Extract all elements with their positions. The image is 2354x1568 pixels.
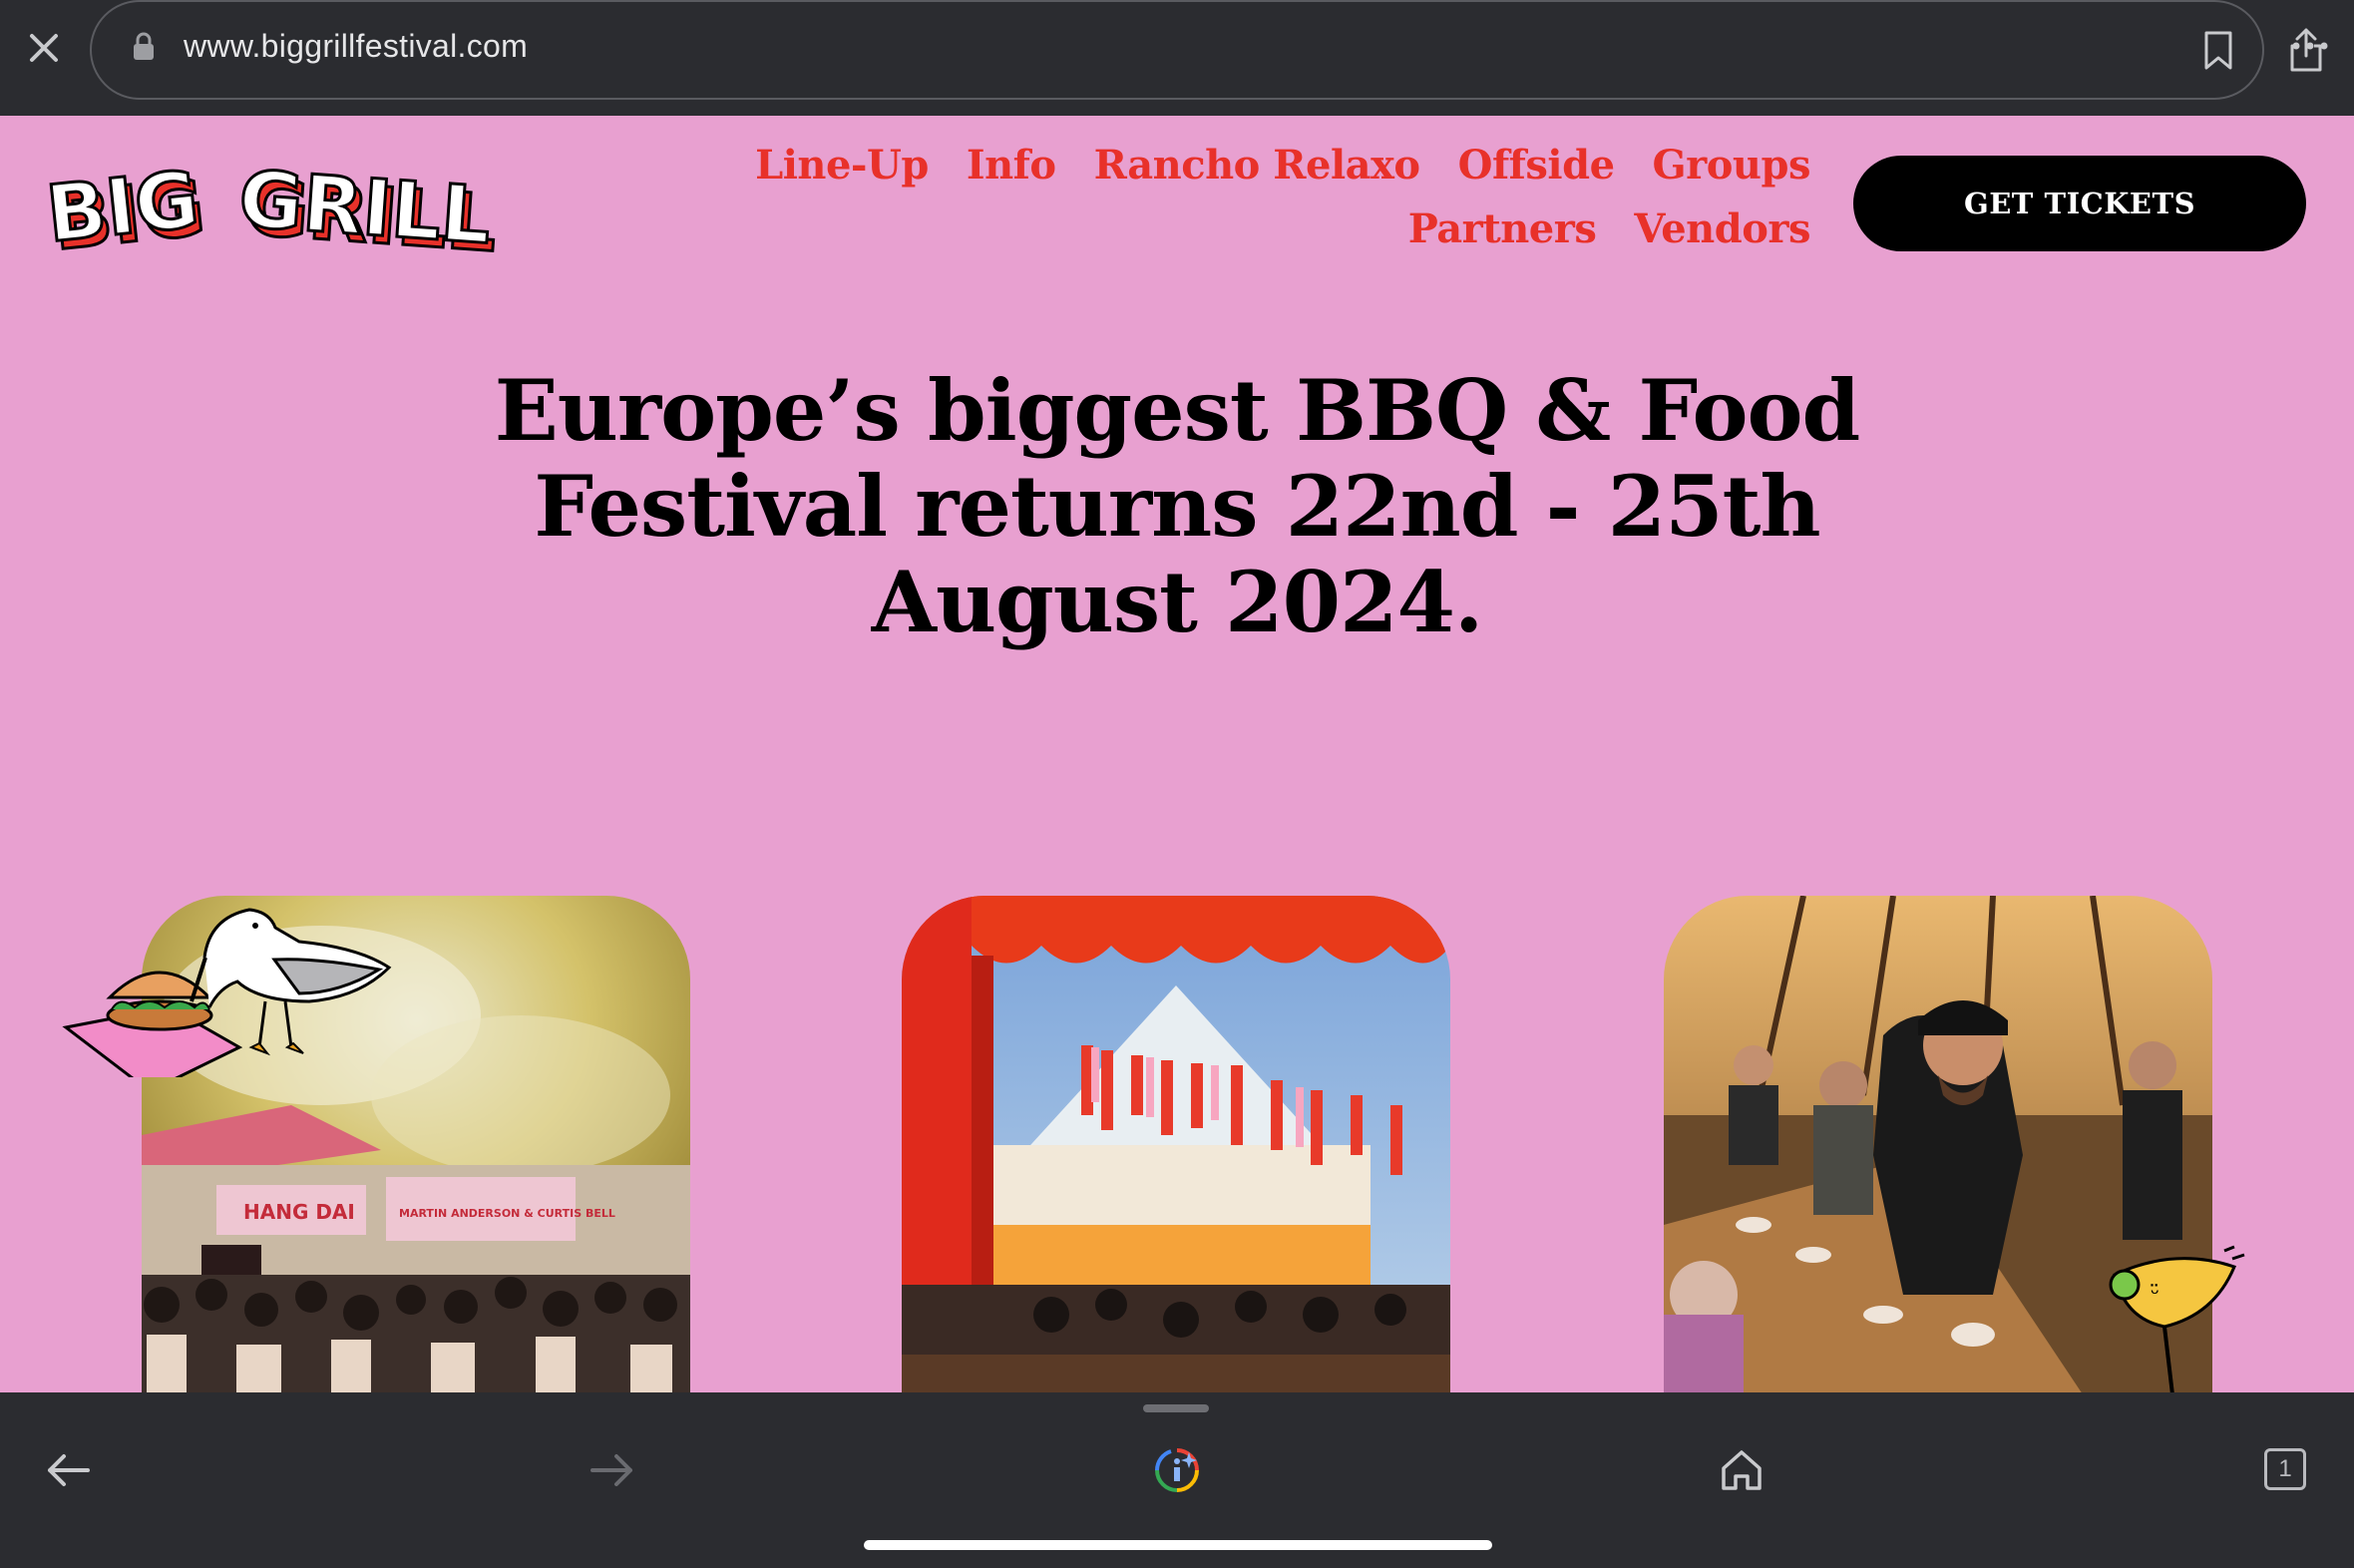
google-lens-icon[interactable] — [1153, 1446, 1201, 1494]
svg-text:BIG: BIG — [44, 155, 203, 259]
home-icon[interactable] — [1720, 1448, 1764, 1492]
address-bar[interactable]: www.biggrillfestival.com — [90, 0, 2322, 100]
svg-text:ᵕ̈: ᵕ̈ — [2151, 1282, 2159, 1307]
sheet-grab-handle[interactable] — [1143, 1404, 1209, 1412]
tab-switcher-button[interactable]: 1 — [2264, 1448, 2306, 1490]
url-text: www.biggrillfestival.com — [184, 28, 529, 64]
nav-link-line-up[interactable]: Line-Up — [755, 142, 929, 205]
svg-text:GRILL: GRILL — [236, 155, 494, 261]
home-indicator[interactable] — [864, 1540, 1492, 1550]
more-options-icon[interactable] — [2290, 38, 2330, 54]
headline-line-2: Festival returns 22nd - 25th — [534, 457, 1820, 556]
nav-link-offside[interactable]: Offside — [1458, 142, 1615, 205]
nav-row-2: Partners Vendors — [738, 205, 1811, 269]
nav-link-groups[interactable]: Groups — [1653, 142, 1811, 205]
bookmark-icon[interactable] — [2202, 30, 2234, 72]
browser-top-bar: www.biggrillfestival.com — [0, 0, 2354, 116]
headline-line-1: Europe’s biggest BBQ & Food — [494, 361, 1861, 460]
lock-icon — [134, 32, 154, 60]
nav-link-vendors[interactable]: Vendors — [1634, 205, 1810, 269]
forward-arrow-icon — [590, 1454, 632, 1486]
photo-card-tent-bunting[interactable] — [902, 896, 1450, 1394]
nav-row-1: Line-Up Info Rancho Relaxo Offside Group… — [738, 142, 1810, 205]
stall-sign-right: MARTIN ANDERSON & CURTIS BELL — [399, 1207, 615, 1220]
browser-bottom-bar: 1 — [0, 1392, 2354, 1568]
main-navigation: Line-Up Info Rancho Relaxo Offside Group… — [738, 142, 1810, 269]
cocktail-illustration: ᵕ̈ — [2109, 1245, 2245, 1394]
close-icon[interactable] — [24, 28, 64, 68]
stall-sign-left: HANG DAI — [243, 1200, 355, 1224]
nav-link-rancho-relaxo[interactable]: Rancho Relaxo — [1094, 142, 1421, 205]
get-tickets-button[interactable]: GET TICKETS — [1853, 156, 2306, 251]
hero-headline: Europe’s biggest BBQ & Food Festival ret… — [379, 363, 1975, 650]
big-grill-logo[interactable]: BIG BIG GRILL GRILL — [44, 138, 513, 267]
back-arrow-icon[interactable] — [44, 1450, 92, 1490]
headline-line-3: August 2024. — [871, 553, 1483, 651]
seagull-burger-illustration — [62, 908, 392, 1077]
nav-link-info[interactable]: Info — [967, 142, 1056, 205]
nav-link-partners[interactable]: Partners — [1408, 205, 1597, 269]
festival-tent-photo — [902, 896, 1450, 1394]
